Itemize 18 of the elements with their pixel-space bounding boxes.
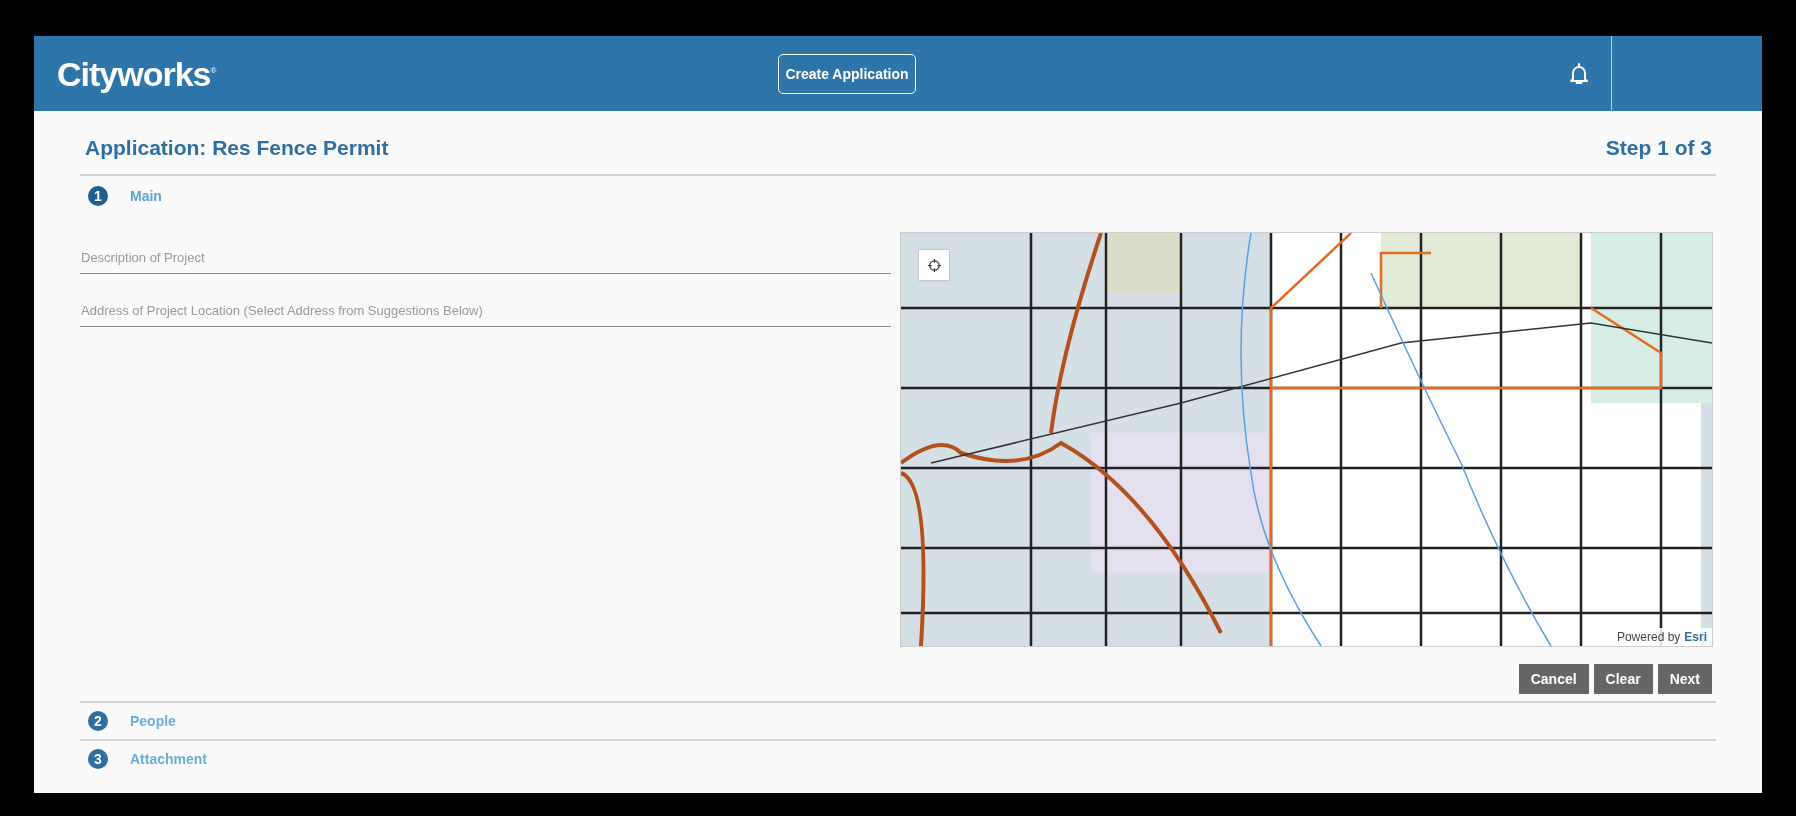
text-field[interactable]: Address of Project Location (Select Address from Suggestions Below): [80, 297, 891, 327]
step-number-badge: 3: [88, 749, 108, 769]
page-title: Application: Res Fence Permit: [85, 135, 389, 160]
step-number-badge: 1: [88, 186, 108, 206]
esri-link[interactable]: Esri: [1684, 630, 1707, 644]
logo: Cityworks: [57, 53, 211, 94]
action-button[interactable]: Next: [1657, 664, 1712, 694]
text-field[interactable]: Description of Project: [80, 244, 891, 274]
step-number-badge: 2: [88, 711, 108, 731]
create-application-button[interactable]: Create Application: [778, 53, 916, 94]
trademark-mark: ®: [210, 65, 217, 75]
action-button[interactable]: Clear: [1593, 664, 1653, 694]
notification-bell-icon[interactable]: [1569, 61, 1589, 86]
attribution-text: Powered by: [1616, 630, 1681, 644]
locate-button[interactable]: [919, 250, 949, 280]
step-counter: Step 1 of 3: [1605, 135, 1712, 160]
crosshair-icon: [926, 257, 942, 273]
action-button[interactable]: Cancel: [1518, 664, 1589, 694]
